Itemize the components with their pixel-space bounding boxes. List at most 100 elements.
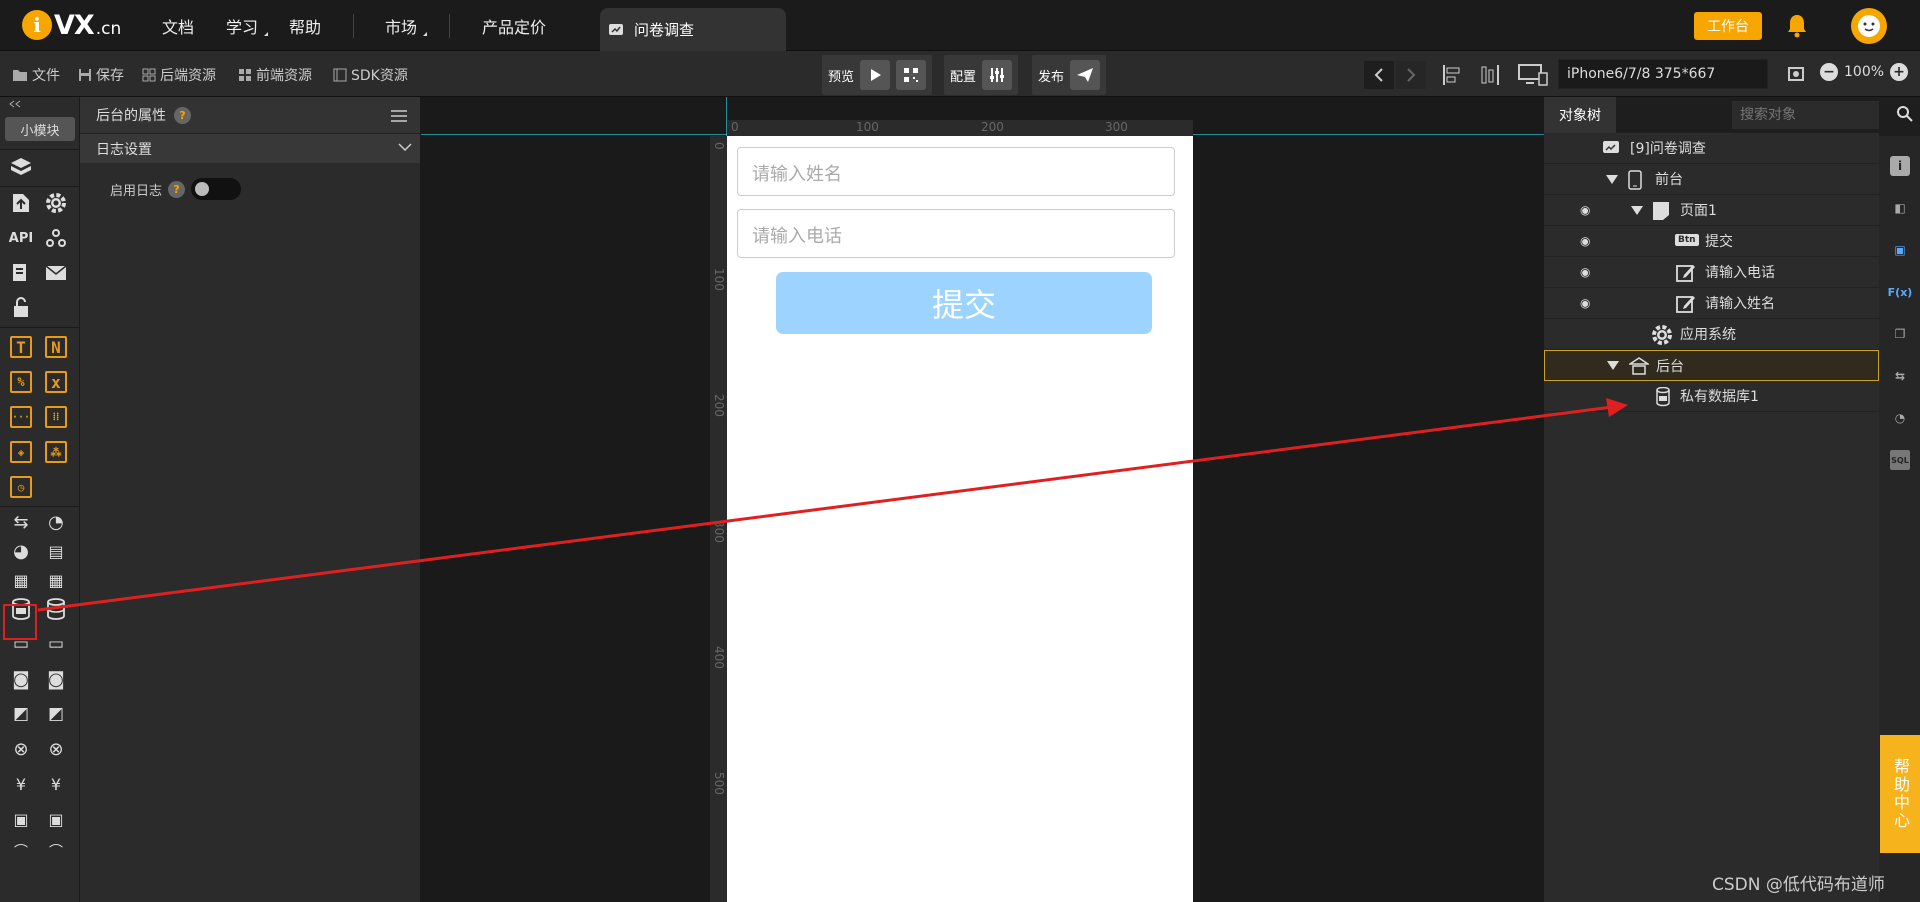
- zoom-in-button[interactable]: +: [1890, 63, 1909, 81]
- exchange-icon[interactable]: ⇆: [7, 508, 35, 536]
- backend-resources-button[interactable]: 后端资源: [142, 65, 216, 85]
- expand-arrow-icon[interactable]: [1606, 175, 1618, 184]
- expand-arrow-icon[interactable]: [1631, 206, 1643, 215]
- save-button[interactable]: 保存: [78, 65, 124, 85]
- submit-button[interactable]: 提交: [776, 272, 1152, 334]
- nosql-icon[interactable]: ▦: [7, 566, 35, 594]
- grid-component-icon[interactable]: ⁞⁞: [42, 403, 70, 431]
- expand-arrow-icon[interactable]: [1607, 361, 1619, 370]
- align-left-icon[interactable]: [1442, 64, 1464, 86]
- search-icon[interactable]: [1896, 105, 1914, 123]
- timer-icon[interactable]: ◔: [1890, 408, 1910, 428]
- ft-icon[interactable]: ▣: [42, 805, 70, 833]
- back-button[interactable]: [1364, 61, 1394, 89]
- bell-icon[interactable]: [1786, 12, 1808, 38]
- payment-icon[interactable]: ◩: [7, 700, 35, 728]
- copy-icon[interactable]: ❐: [1890, 324, 1910, 344]
- tree-node-name-input[interactable]: ◉ 请输入姓名: [1544, 288, 1879, 319]
- more-icon[interactable]: ⌒: [7, 837, 35, 865]
- info-icon[interactable]: i: [1890, 156, 1910, 176]
- time-component-icon[interactable]: ◷: [7, 473, 35, 501]
- user-icon[interactable]: ◙: [7, 665, 35, 693]
- api-icon[interactable]: API: [7, 224, 35, 252]
- yuan-wireless-icon[interactable]: ¥: [42, 770, 70, 798]
- tree-node-app[interactable]: [9]问卷调查: [1544, 133, 1879, 164]
- comment-icon[interactable]: ▣: [1890, 240, 1910, 260]
- small-module-button[interactable]: 小模块: [5, 117, 75, 141]
- device-select[interactable]: iPhone6/7/8 375*667: [1558, 59, 1768, 89]
- doc-icon[interactable]: [7, 259, 35, 287]
- database-icon[interactable]: [42, 595, 70, 623]
- nav-learn[interactable]: 学习: [226, 14, 269, 38]
- frontend-resources-button[interactable]: 前端资源: [238, 65, 312, 85]
- eye-icon[interactable]: ◉: [1580, 234, 1590, 248]
- array-component-icon[interactable]: ···: [7, 403, 35, 431]
- avatar[interactable]: [1851, 8, 1887, 44]
- mail-icon[interactable]: [42, 259, 70, 287]
- cancel-circle-icon[interactable]: ⊗: [7, 735, 35, 763]
- nav-pricing[interactable]: 产品定价: [482, 14, 546, 38]
- sdk-resources-button[interactable]: SDK资源: [333, 65, 408, 85]
- forward-button[interactable]: [1396, 61, 1426, 89]
- number-component-icon[interactable]: N: [42, 333, 70, 361]
- align-vertical-icon[interactable]: [1478, 64, 1500, 86]
- dbo-icon[interactable]: ▣: [7, 805, 35, 833]
- component-settings-icon[interactable]: ◧: [1890, 198, 1910, 218]
- zoom-out-button[interactable]: −: [1820, 63, 1838, 81]
- more-icon[interactable]: ⌒: [42, 837, 70, 865]
- exchange-icon[interactable]: ⇆: [1890, 366, 1910, 386]
- enable-log-toggle[interactable]: [191, 178, 242, 200]
- object-component-icon[interactable]: ◈: [7, 438, 35, 466]
- screenshot-icon[interactable]: [1786, 64, 1806, 84]
- function-icon[interactable]: F(x): [1888, 282, 1913, 302]
- object-search-input[interactable]: [1732, 101, 1879, 129]
- tree-node-page1[interactable]: ◉ 页面1: [1544, 195, 1879, 226]
- tree-node-private-db[interactable]: 私有数据库1: [1544, 381, 1879, 412]
- tree-component-icon[interactable]: ⁂: [42, 438, 70, 466]
- eye-icon[interactable]: ◉: [1580, 296, 1590, 310]
- module-cube-icon[interactable]: [7, 153, 35, 181]
- name-input[interactable]: 请输入姓名: [737, 147, 1175, 196]
- sql-icon[interactable]: SQL: [1890, 450, 1910, 470]
- preview-qr-button[interactable]: [896, 60, 927, 90]
- user-settings-icon[interactable]: ◙: [42, 665, 70, 693]
- tree-node-submit[interactable]: ◉ Btn 提交: [1544, 226, 1879, 257]
- tab-object-tree[interactable]: 对象树: [1544, 97, 1616, 133]
- cancel-settings-icon[interactable]: ⊗: [42, 735, 70, 763]
- webhook-icon[interactable]: [42, 224, 70, 252]
- nav-market[interactable]: 市场: [385, 14, 428, 38]
- preview-play-button[interactable]: [860, 60, 891, 90]
- upload-icon[interactable]: [7, 189, 35, 217]
- nav-help[interactable]: 帮助: [289, 14, 321, 38]
- menu-icon[interactable]: [390, 109, 408, 123]
- config-button[interactable]: [982, 60, 1013, 90]
- nav-docs[interactable]: 文档: [162, 14, 194, 38]
- help-center-button[interactable]: 帮助中心: [1880, 735, 1920, 853]
- text-component-icon[interactable]: T: [7, 333, 35, 361]
- percent-component-icon[interactable]: %: [7, 368, 35, 396]
- tree-node-frontend[interactable]: 前台: [1544, 164, 1879, 195]
- timer-icon[interactable]: ◔: [42, 508, 70, 536]
- help-icon[interactable]: ?: [168, 180, 186, 198]
- gear-icon[interactable]: [42, 189, 70, 217]
- variable-component-icon[interactable]: x: [42, 368, 70, 396]
- file-button[interactable]: 文件: [12, 65, 60, 85]
- tree-node-phone-input[interactable]: ◉ 请输入电话: [1544, 257, 1879, 288]
- log-settings-section[interactable]: 日志设置: [80, 133, 420, 163]
- workbench-button[interactable]: 工作台: [1694, 12, 1762, 40]
- table-icon[interactable]: ▦: [42, 566, 70, 594]
- payment-settings-icon[interactable]: ◩: [42, 700, 70, 728]
- unlock-icon[interactable]: [7, 294, 35, 322]
- tab-questionnaire[interactable]: 问卷调查: [600, 8, 786, 51]
- publish-button[interactable]: [1070, 60, 1101, 90]
- yuan-bag-icon[interactable]: ¥: [7, 770, 35, 798]
- ivx-logo[interactable]: i VX .cn: [22, 9, 121, 41]
- phone-input[interactable]: 请输入电话: [737, 209, 1175, 258]
- eye-icon[interactable]: ◉: [1580, 203, 1590, 217]
- collapse-icon[interactable]: [8, 100, 22, 108]
- stopwatch-icon[interactable]: ◕: [7, 537, 35, 565]
- eye-icon[interactable]: ◉: [1580, 265, 1590, 279]
- help-icon[interactable]: ?: [174, 106, 191, 124]
- tree-node-app-system[interactable]: 应用系统: [1544, 319, 1879, 350]
- tree-node-backend[interactable]: 后台: [1544, 350, 1879, 381]
